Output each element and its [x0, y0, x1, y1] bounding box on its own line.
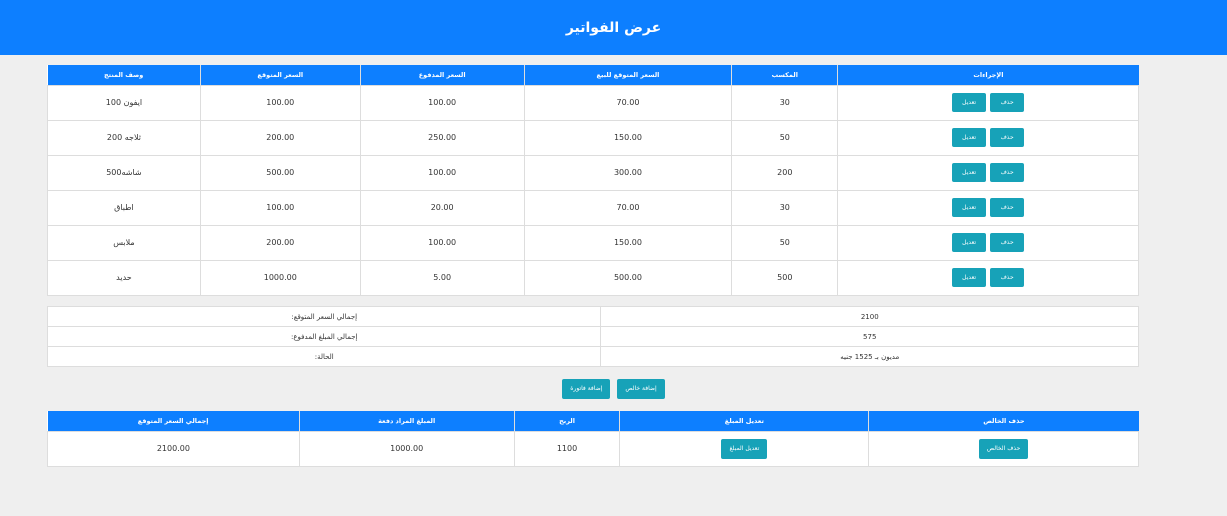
- edit-button[interactable]: تعديل: [952, 233, 987, 252]
- product-desc: اطباق: [47, 189, 201, 226]
- edit-button[interactable]: تعديل: [952, 268, 987, 287]
- row-actions: تعديل حذف: [837, 259, 1139, 296]
- edit-button[interactable]: تعديل: [952, 198, 987, 217]
- product-desc: ايفون 100: [47, 84, 201, 121]
- delete-button[interactable]: حذف: [990, 233, 1025, 252]
- expected-price: 200.00: [199, 224, 361, 261]
- product-desc: ثلاجه 200: [47, 119, 201, 156]
- row-actions: تعديل حذف: [837, 119, 1139, 156]
- col-delete-client: حذف الخالص: [868, 411, 1139, 431]
- table-row: حديد 1000.00 5.00 500.00 500 تعديل حذف: [47, 259, 1139, 296]
- amount-to-pay: 1000.00: [298, 430, 515, 467]
- table-row: ايفون 100 100.00 100.00 70.00 30 تعديل حذ…: [47, 84, 1139, 121]
- summary-row: :إجمالي السعر المتوقع 2100: [46, 306, 1139, 327]
- products-table: وصف المنتج السعر المتوقع السعر المدفوع ا…: [47, 65, 1139, 296]
- add-client-button[interactable]: إضافة خالص: [617, 379, 665, 399]
- table-row: شاشه500 500.00 100.00 300.00 200 تعديل حذ…: [47, 154, 1139, 191]
- table-row: 2100.00 1000.00 1100 تعديل المبلغ حذف ال…: [47, 430, 1139, 467]
- product-desc: ملابس: [47, 224, 201, 261]
- delete-button[interactable]: حذف: [990, 268, 1025, 287]
- delete-button[interactable]: حذف: [990, 198, 1025, 217]
- sale-price: 500.00: [523, 259, 733, 296]
- col-edit-amount: تعديل المبلغ: [619, 411, 870, 431]
- summary-value: 2100: [600, 306, 1139, 327]
- edit-amount-button[interactable]: تعديل المبلغ: [721, 438, 768, 459]
- row-actions: تعديل حذف: [837, 224, 1139, 261]
- profit: 200: [731, 154, 839, 191]
- product-desc: شاشه500: [47, 154, 201, 191]
- expected-price: 1000.00: [199, 259, 361, 296]
- col-profit: الربح: [514, 411, 621, 431]
- delete-client-cell: حذف الخالص: [868, 430, 1139, 467]
- delete-button[interactable]: حذف: [990, 93, 1025, 112]
- product-desc: حديد: [47, 259, 201, 296]
- summary-row: :إجمالي المبلغ المدفوع 575: [46, 326, 1139, 347]
- summary-label: :إجمالي السعر المتوقع: [46, 306, 602, 327]
- profit: 500: [731, 259, 839, 296]
- summary-value: مديون بـ 1525 جنيه: [600, 346, 1139, 367]
- add-invoice-button[interactable]: إضافة فاتورة: [562, 379, 611, 399]
- total-expected: 2100.00: [47, 430, 300, 467]
- page-title: عرض الفواتير: [565, 19, 662, 36]
- paid-price: 20.00: [359, 189, 525, 226]
- summary-row: :الحالة مديون بـ 1525 جنيه: [46, 346, 1139, 367]
- profit: 30: [731, 84, 839, 121]
- profit: 1100: [513, 430, 621, 467]
- col-profit: المكسب: [731, 65, 839, 85]
- col-amount-to-pay: المبلغ المراد دفعة: [299, 411, 515, 431]
- col-actions: الإجراءات: [837, 65, 1139, 85]
- action-buttons: إضافة فاتورة إضافة خالص: [0, 379, 1227, 399]
- delete-button[interactable]: حذف: [990, 128, 1025, 147]
- edit-button[interactable]: تعديل: [952, 128, 987, 147]
- col-product-desc: وصف المنتج: [47, 65, 201, 85]
- paid-price: 100.00: [359, 154, 525, 191]
- table-row: ملابس 200.00 100.00 150.00 50 تعديل حذف: [47, 224, 1139, 261]
- paid-price: 5.00: [359, 259, 525, 296]
- delete-button[interactable]: حذف: [990, 163, 1025, 182]
- edit-amount-cell: تعديل المبلغ: [619, 430, 870, 467]
- col-total-expected: إجمالي السعر المتوقع: [47, 411, 300, 431]
- row-actions: تعديل حذف: [837, 84, 1139, 121]
- summary-value: 575: [600, 326, 1139, 347]
- profit: 30: [731, 189, 839, 226]
- edit-button[interactable]: تعديل: [952, 163, 987, 182]
- sale-price: 300.00: [523, 154, 733, 191]
- paid-price: 250.00: [359, 119, 525, 156]
- payments-table: إجمالي السعر المتوقع المبلغ المراد دفعة …: [47, 411, 1139, 467]
- summary-label: :إجمالي المبلغ المدفوع: [46, 326, 602, 347]
- expected-price: 200.00: [199, 119, 361, 156]
- payments-header-row: إجمالي السعر المتوقع المبلغ المراد دفعة …: [47, 411, 1139, 431]
- delete-client-button[interactable]: حذف الخالص: [978, 438, 1029, 459]
- col-paid-price: السعر المدفوع: [360, 65, 525, 85]
- summary-table: :إجمالي السعر المتوقع 2100 :إجمالي المبل…: [46, 306, 1139, 367]
- row-actions: تعديل حذف: [837, 189, 1139, 226]
- page-header: عرض الفواتير: [0, 0, 1227, 55]
- expected-price: 100.00: [199, 84, 361, 121]
- table-row: ثلاجه 200 200.00 250.00 150.00 50 تعديل ح…: [47, 119, 1139, 156]
- row-actions: تعديل حذف: [837, 154, 1139, 191]
- profit: 50: [731, 119, 839, 156]
- expected-price: 100.00: [199, 189, 361, 226]
- sale-price: 150.00: [523, 119, 733, 156]
- summary-label: :الحالة: [46, 346, 602, 367]
- paid-price: 100.00: [359, 224, 525, 261]
- table-row: اطباق 100.00 20.00 70.00 30 تعديل حذف: [47, 189, 1139, 226]
- col-sale-price: السعر المتوقع للبيع: [524, 65, 733, 85]
- col-expected-price: السعر المتوقع: [200, 65, 361, 85]
- sale-price: 70.00: [523, 189, 733, 226]
- sale-price: 70.00: [523, 84, 733, 121]
- profit: 50: [731, 224, 839, 261]
- paid-price: 100.00: [359, 84, 525, 121]
- sale-price: 150.00: [523, 224, 733, 261]
- edit-button[interactable]: تعديل: [952, 93, 987, 112]
- products-header-row: وصف المنتج السعر المتوقع السعر المدفوع ا…: [47, 65, 1139, 85]
- expected-price: 500.00: [199, 154, 361, 191]
